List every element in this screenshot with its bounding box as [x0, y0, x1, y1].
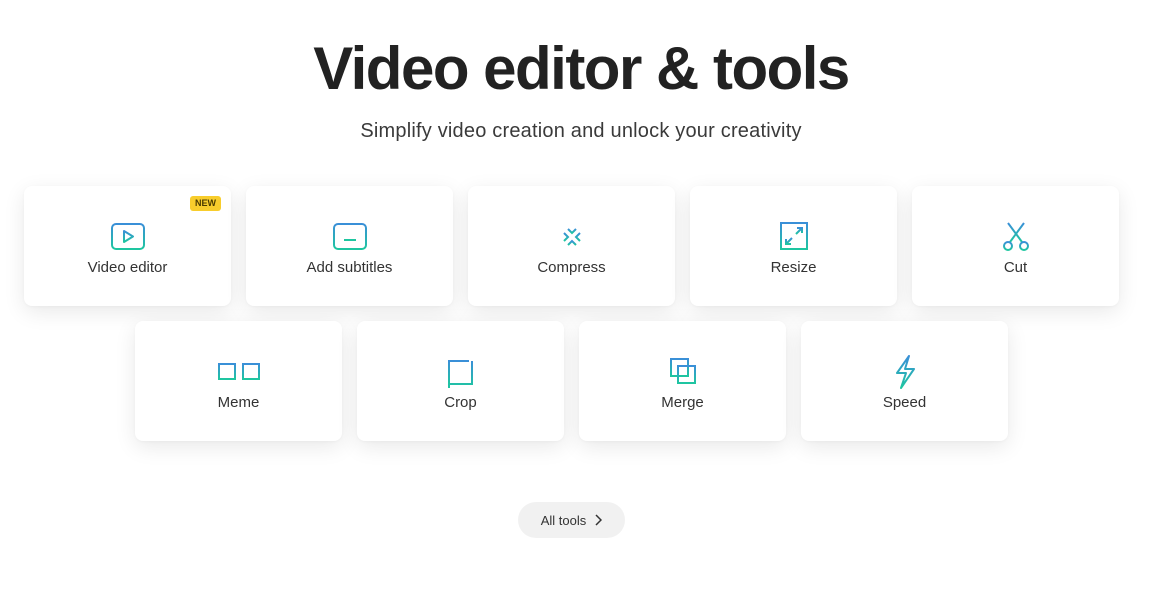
new-badge: NEW: [190, 196, 221, 211]
tool-card-resize[interactable]: Resize: [690, 186, 897, 306]
subtitles-icon: [332, 220, 368, 254]
merge-icon: [665, 355, 701, 389]
tool-label: Video editor: [87, 259, 168, 276]
tool-card-merge[interactable]: Merge: [579, 321, 786, 441]
all-tools-label: All tools: [540, 512, 587, 528]
tool-label: Compress: [537, 259, 606, 276]
scissors-icon: [998, 220, 1034, 254]
tool-label: Crop: [444, 394, 477, 411]
tool-card-meme[interactable]: Meme: [135, 321, 342, 441]
tool-label: Speed: [882, 394, 927, 411]
tool-label: Merge: [661, 394, 704, 411]
all-tools-button[interactable]: All tools: [518, 502, 625, 538]
glasses-icon: [213, 355, 264, 389]
tool-card-video-editor[interactable]: NEW Video editor: [24, 186, 231, 306]
page-title: Video editor & tools: [313, 35, 850, 102]
lightning-icon: [887, 355, 923, 389]
tool-card-add-subtitles[interactable]: Add subtitles: [246, 186, 453, 306]
page-subtitle: Simplify video creation and unlock your …: [360, 120, 802, 142]
tool-card-crop[interactable]: Crop: [357, 321, 564, 441]
compress-icon: [554, 220, 590, 254]
play-icon: [110, 220, 146, 254]
tool-card-compress[interactable]: Compress: [468, 186, 675, 306]
crop-icon: [443, 355, 479, 389]
resize-icon: [776, 220, 812, 254]
chevron-right-icon: [595, 514, 603, 526]
tool-card-speed[interactable]: Speed: [801, 321, 1008, 441]
tool-label: Cut: [1003, 259, 1028, 276]
tool-label: Add subtitles: [306, 259, 393, 276]
tool-label: Resize: [770, 259, 817, 276]
tool-label: Meme: [217, 394, 260, 411]
tool-card-cut[interactable]: Cut: [912, 186, 1119, 306]
